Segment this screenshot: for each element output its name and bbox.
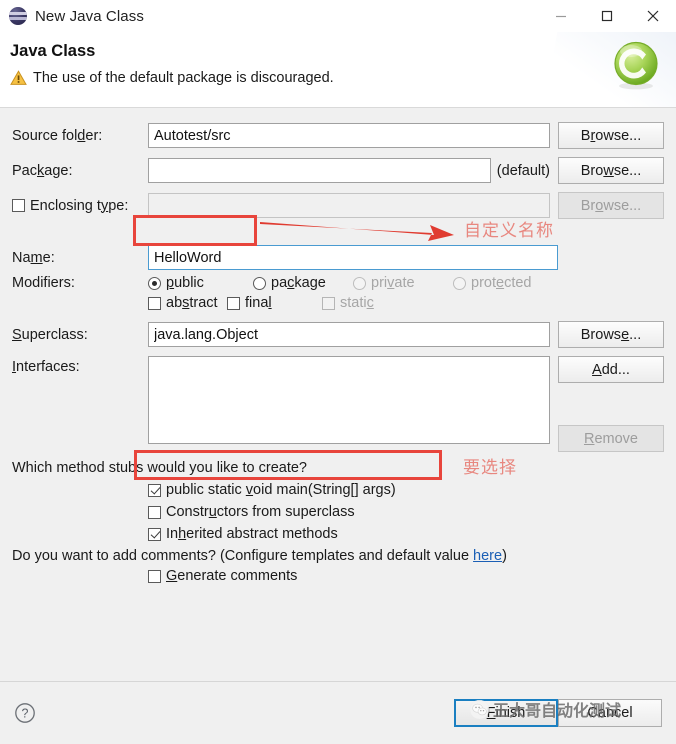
interfaces-remove-button: Remove [558,425,664,452]
modifiers-label: Modifiers: [12,275,75,291]
footer-buttons: Finish Cancel [454,699,662,727]
modifiers-flags-group: abstract final static [148,295,374,311]
modifier-checkbox-final[interactable]: final [227,295,322,311]
java-class-badge-icon [614,41,658,90]
radio-protected-label: protected [471,275,532,291]
window-controls [538,0,676,32]
modifier-radio-public[interactable]: public [148,275,253,291]
superclass-input[interactable] [148,322,550,347]
radio-package-label: package [271,275,326,291]
modifier-checkbox-static: static [322,295,374,311]
package-browse-button[interactable]: Bro w se... [558,157,664,184]
dialog-header: Java Class The use of the default packag… [0,32,676,108]
checkbox-abstract-label: abstract [166,295,218,311]
checkbox-constructors-label: Constructors from superclass [166,504,355,520]
enclosing-type-label: Enclosing type: [30,197,129,214]
stub-main-method[interactable]: public static void main(String[] args) [0,482,676,498]
checkbox-inherited-methods-label: Inherited abstract methods [166,526,338,542]
enclosing-type-checkbox[interactable] [12,199,25,212]
name-input[interactable] [148,245,558,270]
superclass-row: Superclass: Browse... [0,321,676,348]
enclosing-type-row: Enclosing type: Br o wse... [0,192,676,219]
comments-question: Do you want to add comments? (Configure … [0,548,676,564]
maximize-icon[interactable] [584,0,630,32]
stub-generate-comments[interactable]: Generate comments [0,568,676,584]
comments-question-prefix: Do you want to add comments? (Configure … [12,548,474,564]
configure-templates-link[interactable]: here [473,548,502,564]
window-title: New Java Class [35,7,144,25]
checkbox-constructors-indicator[interactable] [148,505,161,519]
radio-protected-indicator [453,276,466,290]
superclass-browse-button[interactable]: Brows e... [558,321,664,348]
enclosing-type-input [148,193,550,218]
help-icon[interactable]: ? [14,702,36,724]
interfaces-list[interactable] [148,356,550,444]
header-message-text: The use of the default package is discou… [33,70,334,86]
checkbox-generate-comments-indicator[interactable] [148,569,161,583]
checkbox-inherited-methods-indicator[interactable] [148,527,161,541]
radio-private-indicator [353,276,366,290]
checkbox-static-indicator [322,296,335,310]
interfaces-buttons: Add... Remove [558,356,664,452]
eclipse-sphere-icon [9,7,27,25]
title-bar: New Java Class [0,0,676,32]
superclass-label: Superclass: [12,326,88,343]
checkbox-main-method-indicator[interactable] [148,483,161,497]
new-java-class-dialog: New Java Class Java Class The use of the… [0,0,676,744]
modifier-checkbox-abstract[interactable]: abstract [148,295,227,311]
dialog-footer: ? Finish Cancel [0,682,676,744]
package-default-hint: (default) [496,162,550,179]
modifier-radio-private: private [353,275,453,291]
source-folder-row: Source folder: Browse... [0,122,676,149]
comments-question-suffix: ) [502,548,507,564]
source-folder-browse-button[interactable]: Br owse... [558,122,664,149]
finish-button[interactable]: Finish [454,699,558,727]
minimize-icon[interactable] [538,0,584,32]
interfaces-label: Interfaces: [12,359,80,375]
modifiers-flags-row: abstract final static [0,295,676,311]
cancel-button[interactable]: Cancel [558,699,662,727]
radio-public-label: public [166,275,204,291]
close-icon[interactable] [630,0,676,32]
stub-inherited-methods[interactable]: Inherited abstract methods [0,526,676,542]
package-row: Package: (default) Bro w se... [0,157,676,184]
radio-package-indicator[interactable] [253,276,266,290]
modifier-radio-protected: protected [453,275,532,291]
stub-constructors[interactable]: Constructors from superclass [0,504,676,520]
name-row: Name: [0,245,676,270]
checkbox-final-indicator[interactable] [227,296,240,310]
enclosing-type-browse-button: Br o wse... [558,192,664,219]
interfaces-row: Interfaces: Add... Remove [0,356,676,452]
svg-text:?: ? [22,706,29,720]
interfaces-add-button[interactable]: Add... [558,356,664,383]
modifiers-flags-spacer [12,295,148,311]
source-folder-input[interactable] [148,123,550,148]
checkbox-main-method-label: public static void main(String[] args) [166,482,396,498]
modifiers-row: Modifiers: public package private protec… [0,275,676,291]
checkbox-final-label: final [245,295,272,311]
modifiers-access-group: public package private protected [148,275,532,291]
checkbox-abstract-indicator[interactable] [148,296,161,310]
method-stubs-question: Which method stubs would you like to cre… [12,460,307,476]
source-folder-label: Source folder: [12,127,103,144]
radio-public-indicator[interactable] [148,276,161,290]
warning-icon [10,70,27,85]
package-input[interactable] [148,158,491,183]
radio-private-label: private [371,275,415,291]
name-label: Name: [12,249,55,266]
checkbox-generate-comments-label: Generate comments [166,568,298,584]
package-label: Package: [12,162,73,179]
checkbox-static-label: static [340,295,374,311]
modifier-radio-package[interactable]: package [253,275,353,291]
dialog-body: Source folder: Browse... Package: (defau… [0,108,676,681]
enclosing-type-label-group: Enclosing type: [12,198,148,214]
